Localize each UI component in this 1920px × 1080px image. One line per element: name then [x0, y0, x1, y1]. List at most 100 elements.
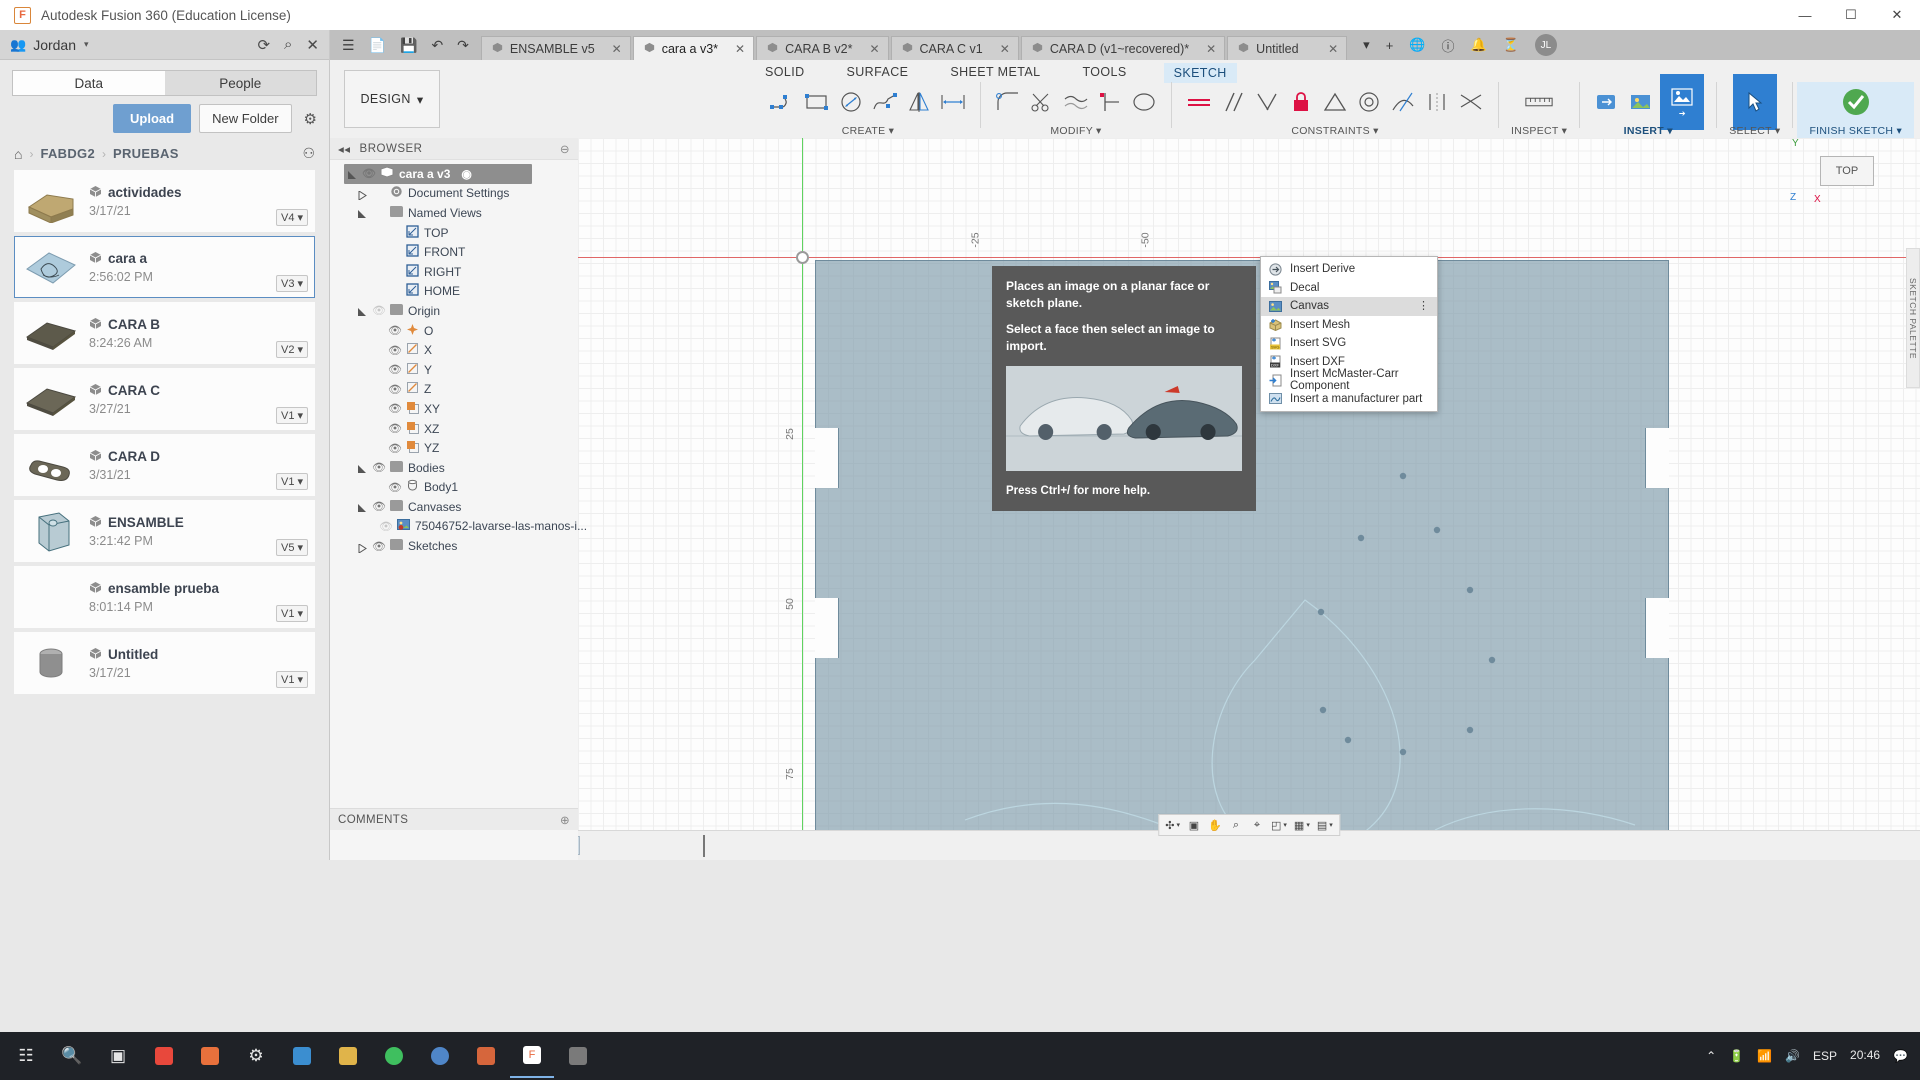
settings-icon[interactable]: ⚙ — [234, 1034, 278, 1078]
fit-icon[interactable]: ⌖ — [1247, 816, 1267, 834]
file-row[interactable]: cara a 2:56:02 PM V3 ▾ — [14, 236, 315, 298]
document-tab[interactable]: CARA C v1 ✕ — [890, 36, 1019, 60]
perpendicular-constraint-icon[interactable] — [1252, 86, 1282, 118]
menu-item-more-icon[interactable]: ⋮ — [1418, 300, 1429, 311]
menu-item-insert-svg[interactable]: SVG Insert SVG — [1261, 334, 1437, 353]
file-row[interactable]: CARA D 3/31/21 V1 ▾ — [14, 434, 315, 496]
horizontal-constraint-icon[interactable] — [1184, 86, 1214, 118]
create-panel-label[interactable]: CREATE ▾ — [842, 125, 894, 137]
grid-icon[interactable]: ▦ ▾ — [1291, 816, 1313, 834]
start-icon[interactable]: ☷ — [4, 1034, 48, 1078]
browser-node-xz[interactable]: 👁 XZ — [330, 419, 578, 439]
parallel-constraint-icon[interactable] — [1218, 86, 1248, 118]
version-badge[interactable]: V5 ▾ — [276, 539, 308, 556]
network-icon[interactable]: 📶 — [1757, 1049, 1772, 1063]
close-panel-icon[interactable]: ✕ — [306, 36, 319, 54]
visibility-icon[interactable]: 👁 — [388, 402, 402, 415]
new-file-icon[interactable]: 📄 — [369, 37, 386, 54]
search-icon[interactable]: 🔍 — [50, 1034, 94, 1078]
offset-tool-icon[interactable] — [1061, 86, 1091, 118]
undo-icon[interactable]: ↶ — [431, 37, 443, 54]
maximize-button[interactable]: ☐ — [1828, 0, 1874, 30]
workspace-tab-tools[interactable]: TOOLS — [1077, 63, 1131, 83]
version-badge[interactable]: V1 ▾ — [276, 671, 308, 688]
notifications-icon[interactable]: 🔔 — [1471, 37, 1487, 53]
browser-node-document-settings[interactable]: 👁 Document Settings — [330, 184, 578, 204]
circle-tool-icon[interactable] — [836, 86, 866, 118]
save-icon[interactable]: 💾 — [400, 37, 417, 54]
notifications-tray-icon[interactable]: 💬 — [1893, 1049, 1908, 1063]
avatar[interactable]: JL — [1534, 34, 1557, 56]
breadcrumb-item-fabdg2[interactable]: FABDG2 — [40, 146, 95, 161]
zoom-icon[interactable]: ⌕ — [1226, 816, 1246, 834]
search-icon[interactable]: ⌕ — [284, 36, 292, 53]
document-tab[interactable]: CARA D (v1~recovered)* ✕ — [1020, 36, 1226, 60]
display-icon[interactable]: ◰ ▾ — [1268, 816, 1290, 834]
sketch-palette-strip[interactable]: SKETCH PALETTE — [1906, 248, 1920, 388]
close-icon[interactable]: ✕ — [990, 42, 1010, 56]
browser-node-front[interactable]: 👁 FRONT — [330, 242, 578, 262]
upload-button[interactable]: Upload — [113, 104, 192, 133]
close-icon[interactable]: ✕ — [725, 42, 745, 56]
grid-icon[interactable]: ☰ — [342, 37, 355, 54]
minimize-button[interactable]: — — [1782, 0, 1828, 30]
battery-icon[interactable]: 🔋 — [1729, 1049, 1744, 1063]
browser-node-xy[interactable]: 👁 XY — [330, 399, 578, 419]
chevron-down-icon[interactable]: ▾ — [1306, 821, 1310, 829]
select-panel-label[interactable]: SELECT ▾ — [1729, 125, 1780, 137]
view-cube[interactable]: TOP Y X Z — [1790, 138, 1876, 205]
modify-panel-label[interactable]: MODIFY ▾ — [1050, 125, 1101, 137]
twisty-expanded-icon[interactable] — [358, 208, 367, 219]
insert-derive-icon[interactable] — [1592, 86, 1622, 118]
activate-component-icon[interactable]: ◉ — [461, 167, 471, 181]
lock-constraint-icon[interactable] — [1286, 86, 1316, 118]
visibility-icon[interactable]: 👁 — [372, 304, 386, 317]
twisty-expanded-icon[interactable] — [358, 463, 367, 474]
file-row[interactable]: ENSAMBLE 3:21:42 PM V5 ▾ — [14, 500, 315, 562]
share-icon[interactable]: ⚇ — [302, 145, 315, 162]
add-tab-icon[interactable]: + — [1386, 38, 1394, 53]
close-icon[interactable]: ✕ — [1196, 42, 1216, 56]
menu-item-canvas[interactable]: Canvas ⋮ — [1261, 297, 1437, 316]
dock-icon[interactable]: ⊖ — [560, 142, 578, 156]
version-badge[interactable]: V4 ▾ — [276, 209, 308, 226]
browser-root-node[interactable]: 👁 cara a v3 ◉ — [344, 164, 532, 184]
menu-item-insert-mcmaster-carr-component[interactable]: Insert McMaster-Carr Component — [1261, 368, 1437, 392]
concentric-constraint-icon[interactable] — [1354, 86, 1384, 118]
tab-people[interactable]: People — [164, 70, 317, 96]
browser-node-bodies[interactable]: 👁 Bodies — [330, 458, 578, 478]
gear-icon[interactable]: ⚙ — [304, 104, 317, 133]
close-button[interactable]: ✕ — [1874, 0, 1920, 30]
browser-node-o[interactable]: 👁 O — [330, 321, 578, 341]
document-tab[interactable]: Untitled ✕ — [1227, 36, 1348, 60]
fusion-icon[interactable]: F — [510, 1034, 554, 1078]
home-icon[interactable]: ⌂ — [14, 146, 22, 162]
chrome-icon[interactable] — [142, 1034, 186, 1078]
mirror-tool-icon[interactable] — [904, 86, 934, 118]
select-tool-icon[interactable] — [1732, 74, 1777, 130]
browser-node-yz[interactable]: 👁 YZ — [330, 438, 578, 458]
dimension-tool-icon[interactable] — [938, 86, 968, 118]
pan-icon[interactable]: ✋ — [1205, 816, 1225, 834]
browser-node-top[interactable]: 👁 TOP — [330, 223, 578, 243]
redo-icon[interactable]: ↷ — [457, 37, 469, 54]
language-indicator[interactable]: ESP — [1813, 1049, 1837, 1063]
menu-item-insert-mesh[interactable]: Insert Mesh — [1261, 316, 1437, 335]
edge-icon[interactable] — [280, 1034, 324, 1078]
volume-icon[interactable]: 🔊 — [1785, 1049, 1800, 1063]
version-badge[interactable]: V1 ▾ — [276, 605, 308, 622]
break-tool-icon[interactable] — [1129, 86, 1159, 118]
close-icon[interactable]: ✕ — [1318, 42, 1338, 56]
workspace-tab-solid[interactable]: SOLID — [760, 63, 810, 83]
constraints-panel-label[interactable]: CONSTRAINTS ▾ — [1291, 125, 1378, 137]
menu-item-insert-derive[interactable]: Insert Derive — [1261, 260, 1437, 279]
symmetry-constraint-icon[interactable] — [1422, 86, 1452, 118]
expand-comments-icon[interactable]: ⊕ — [560, 813, 570, 827]
twisty-collapsed-icon[interactable] — [358, 189, 367, 201]
spline-tool-icon[interactable] — [870, 86, 900, 118]
tab-overflow-icon[interactable]: ▾ — [1363, 37, 1370, 53]
explorer-icon[interactable] — [326, 1034, 370, 1078]
extend-tool-icon[interactable] — [1095, 86, 1125, 118]
rectangle-tool-icon[interactable] — [802, 86, 832, 118]
trim-tool-icon[interactable] — [1027, 86, 1057, 118]
